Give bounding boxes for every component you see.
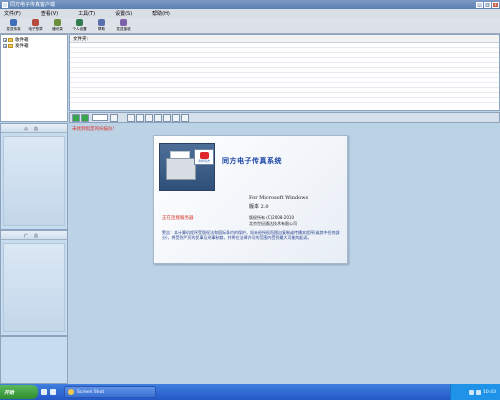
quick-launch-icon[interactable] bbox=[50, 389, 56, 395]
prev-page-icon[interactable] bbox=[72, 113, 80, 122]
ad-panel: 广告 bbox=[0, 230, 68, 336]
settings-icon[interactable] bbox=[181, 113, 189, 122]
tongfang-logo-icon bbox=[199, 152, 209, 159]
splash-dialog: 清华同方 同方电子传真系统 For Microsoft Windows 版本 2… bbox=[153, 135, 348, 264]
page-select[interactable] bbox=[92, 114, 108, 121]
tray-icon[interactable] bbox=[469, 389, 475, 395]
scanner-error-message: 未找到指定的扫描仪! bbox=[72, 127, 115, 132]
main-area: 未找到指定的扫描仪! 清华同方 同方电子传真系统 For Microsoft W… bbox=[69, 123, 500, 384]
product-name: 同方电子传真系统 bbox=[222, 156, 282, 165]
copyright-warning: 警告：本计算机程序受版权法和国际条约的保护。如未经授权而擅自复制或传播本程序(或… bbox=[162, 230, 340, 240]
toolbar-button-label: 帮助 bbox=[97, 27, 106, 31]
taskbar-item-screenshot[interactable]: Screen Shot bbox=[64, 386, 156, 398]
toolbar: 发送传真 电子签章 通讯录 个人设置 帮助 发送接收 bbox=[0, 18, 500, 34]
send-fax-icon bbox=[10, 19, 17, 26]
badge-label: 清华同方 bbox=[197, 159, 210, 163]
toolbar-button-label: 个人设置 bbox=[72, 27, 87, 31]
company-line: 北京世纪通达技术有限公司 bbox=[249, 221, 297, 226]
toolbar-button[interactable]: 帮助 bbox=[91, 18, 112, 33]
folder-icon bbox=[8, 38, 13, 42]
folder-icon bbox=[8, 44, 13, 48]
tongfang-badge: 清华同方 bbox=[194, 149, 214, 165]
ad-panel-title: 广告 bbox=[1, 231, 67, 240]
menu-file[interactable]: 文件(F) bbox=[4, 10, 21, 17]
list-row bbox=[70, 98, 499, 103]
save-icon[interactable] bbox=[163, 113, 171, 122]
app-icon bbox=[2, 1, 8, 8]
preview-nav-bar bbox=[69, 112, 500, 123]
toolbar-button[interactable]: 发送传真 bbox=[3, 18, 24, 33]
tree-item-outbox[interactable]: + 发件箱 bbox=[3, 43, 65, 49]
notice-panel-body bbox=[3, 136, 65, 226]
dropdown-icon[interactable] bbox=[110, 113, 118, 122]
fax-machine-image: 清华同方 bbox=[159, 143, 215, 191]
menu-bar: 文件(F) 查看(V) 工具(T) 设置(S) 帮助(H) bbox=[0, 9, 500, 18]
help-icon bbox=[98, 19, 105, 26]
toolbar-button-label: 电子签章 bbox=[28, 27, 43, 31]
document-icon[interactable] bbox=[145, 113, 153, 122]
screenshot-icon bbox=[68, 389, 74, 395]
window-title: 同方电子传真客户端 bbox=[10, 2, 56, 8]
toolbar-button[interactable]: 通讯录 bbox=[47, 18, 68, 33]
taskbar-item-label: Screen Shot bbox=[77, 389, 105, 395]
seal-icon bbox=[32, 19, 39, 26]
toolbar-button-label: 通讯录 bbox=[52, 27, 63, 31]
tray-icon[interactable] bbox=[476, 389, 482, 395]
platform-line: For Microsoft Windows bbox=[249, 195, 309, 201]
connecting-status: 正在连接服务器 bbox=[162, 216, 194, 221]
tree-item-label: 发件箱 bbox=[15, 44, 29, 49]
toolbar-button[interactable]: 电子签章 bbox=[25, 18, 46, 33]
address-book-icon bbox=[54, 19, 61, 26]
maximize-button[interactable]: □ bbox=[484, 1, 491, 8]
edit-icon[interactable] bbox=[127, 113, 135, 122]
file-list[interactable]: 文件夹: bbox=[69, 34, 500, 111]
print-icon[interactable] bbox=[172, 113, 180, 122]
clock: 10:43 bbox=[483, 389, 496, 395]
title-bar: 同方电子传真客户端 _ □ x bbox=[0, 0, 500, 9]
start-button[interactable]: 开始 bbox=[0, 385, 38, 399]
menu-view[interactable]: 查看(V) bbox=[41, 10, 58, 17]
system-tray: 10:43 bbox=[450, 384, 500, 400]
menu-settings[interactable]: 设置(S) bbox=[115, 10, 132, 17]
toolbar-button-label: 发送传真 bbox=[6, 27, 21, 31]
notice-panel: 公告 bbox=[0, 123, 68, 230]
next-page-icon[interactable] bbox=[81, 113, 89, 122]
expand-icon[interactable]: + bbox=[3, 44, 7, 48]
version-label: 版本 2.0 bbox=[249, 204, 269, 210]
send-receive-icon bbox=[120, 19, 127, 26]
minimize-button[interactable]: _ bbox=[476, 1, 483, 8]
page-icon[interactable] bbox=[154, 113, 162, 122]
toolbar-button[interactable]: 发送接收 bbox=[113, 18, 134, 33]
folder-tree: + 收件箱 + 发件箱 bbox=[0, 34, 68, 122]
quick-launch-icon[interactable] bbox=[41, 389, 47, 395]
toolbar-button-label: 发送接收 bbox=[116, 27, 131, 31]
toolbar-button[interactable]: 个人设置 bbox=[69, 18, 90, 33]
pen-icon[interactable] bbox=[136, 113, 144, 122]
menu-tools[interactable]: 工具(T) bbox=[78, 10, 95, 17]
close-button[interactable]: x bbox=[492, 1, 499, 8]
fax-body bbox=[166, 158, 196, 180]
taskbar: 开始 Screen Shot 10:43 bbox=[0, 384, 500, 400]
expand-icon[interactable]: + bbox=[3, 38, 7, 42]
menu-help[interactable]: 帮助(H) bbox=[152, 10, 170, 17]
notice-panel-title: 公告 bbox=[1, 124, 67, 133]
bottom-panel bbox=[0, 336, 68, 384]
user-settings-icon bbox=[76, 19, 83, 26]
file-list-header: 文件夹: bbox=[70, 35, 499, 43]
ad-panel-body bbox=[3, 243, 65, 332]
